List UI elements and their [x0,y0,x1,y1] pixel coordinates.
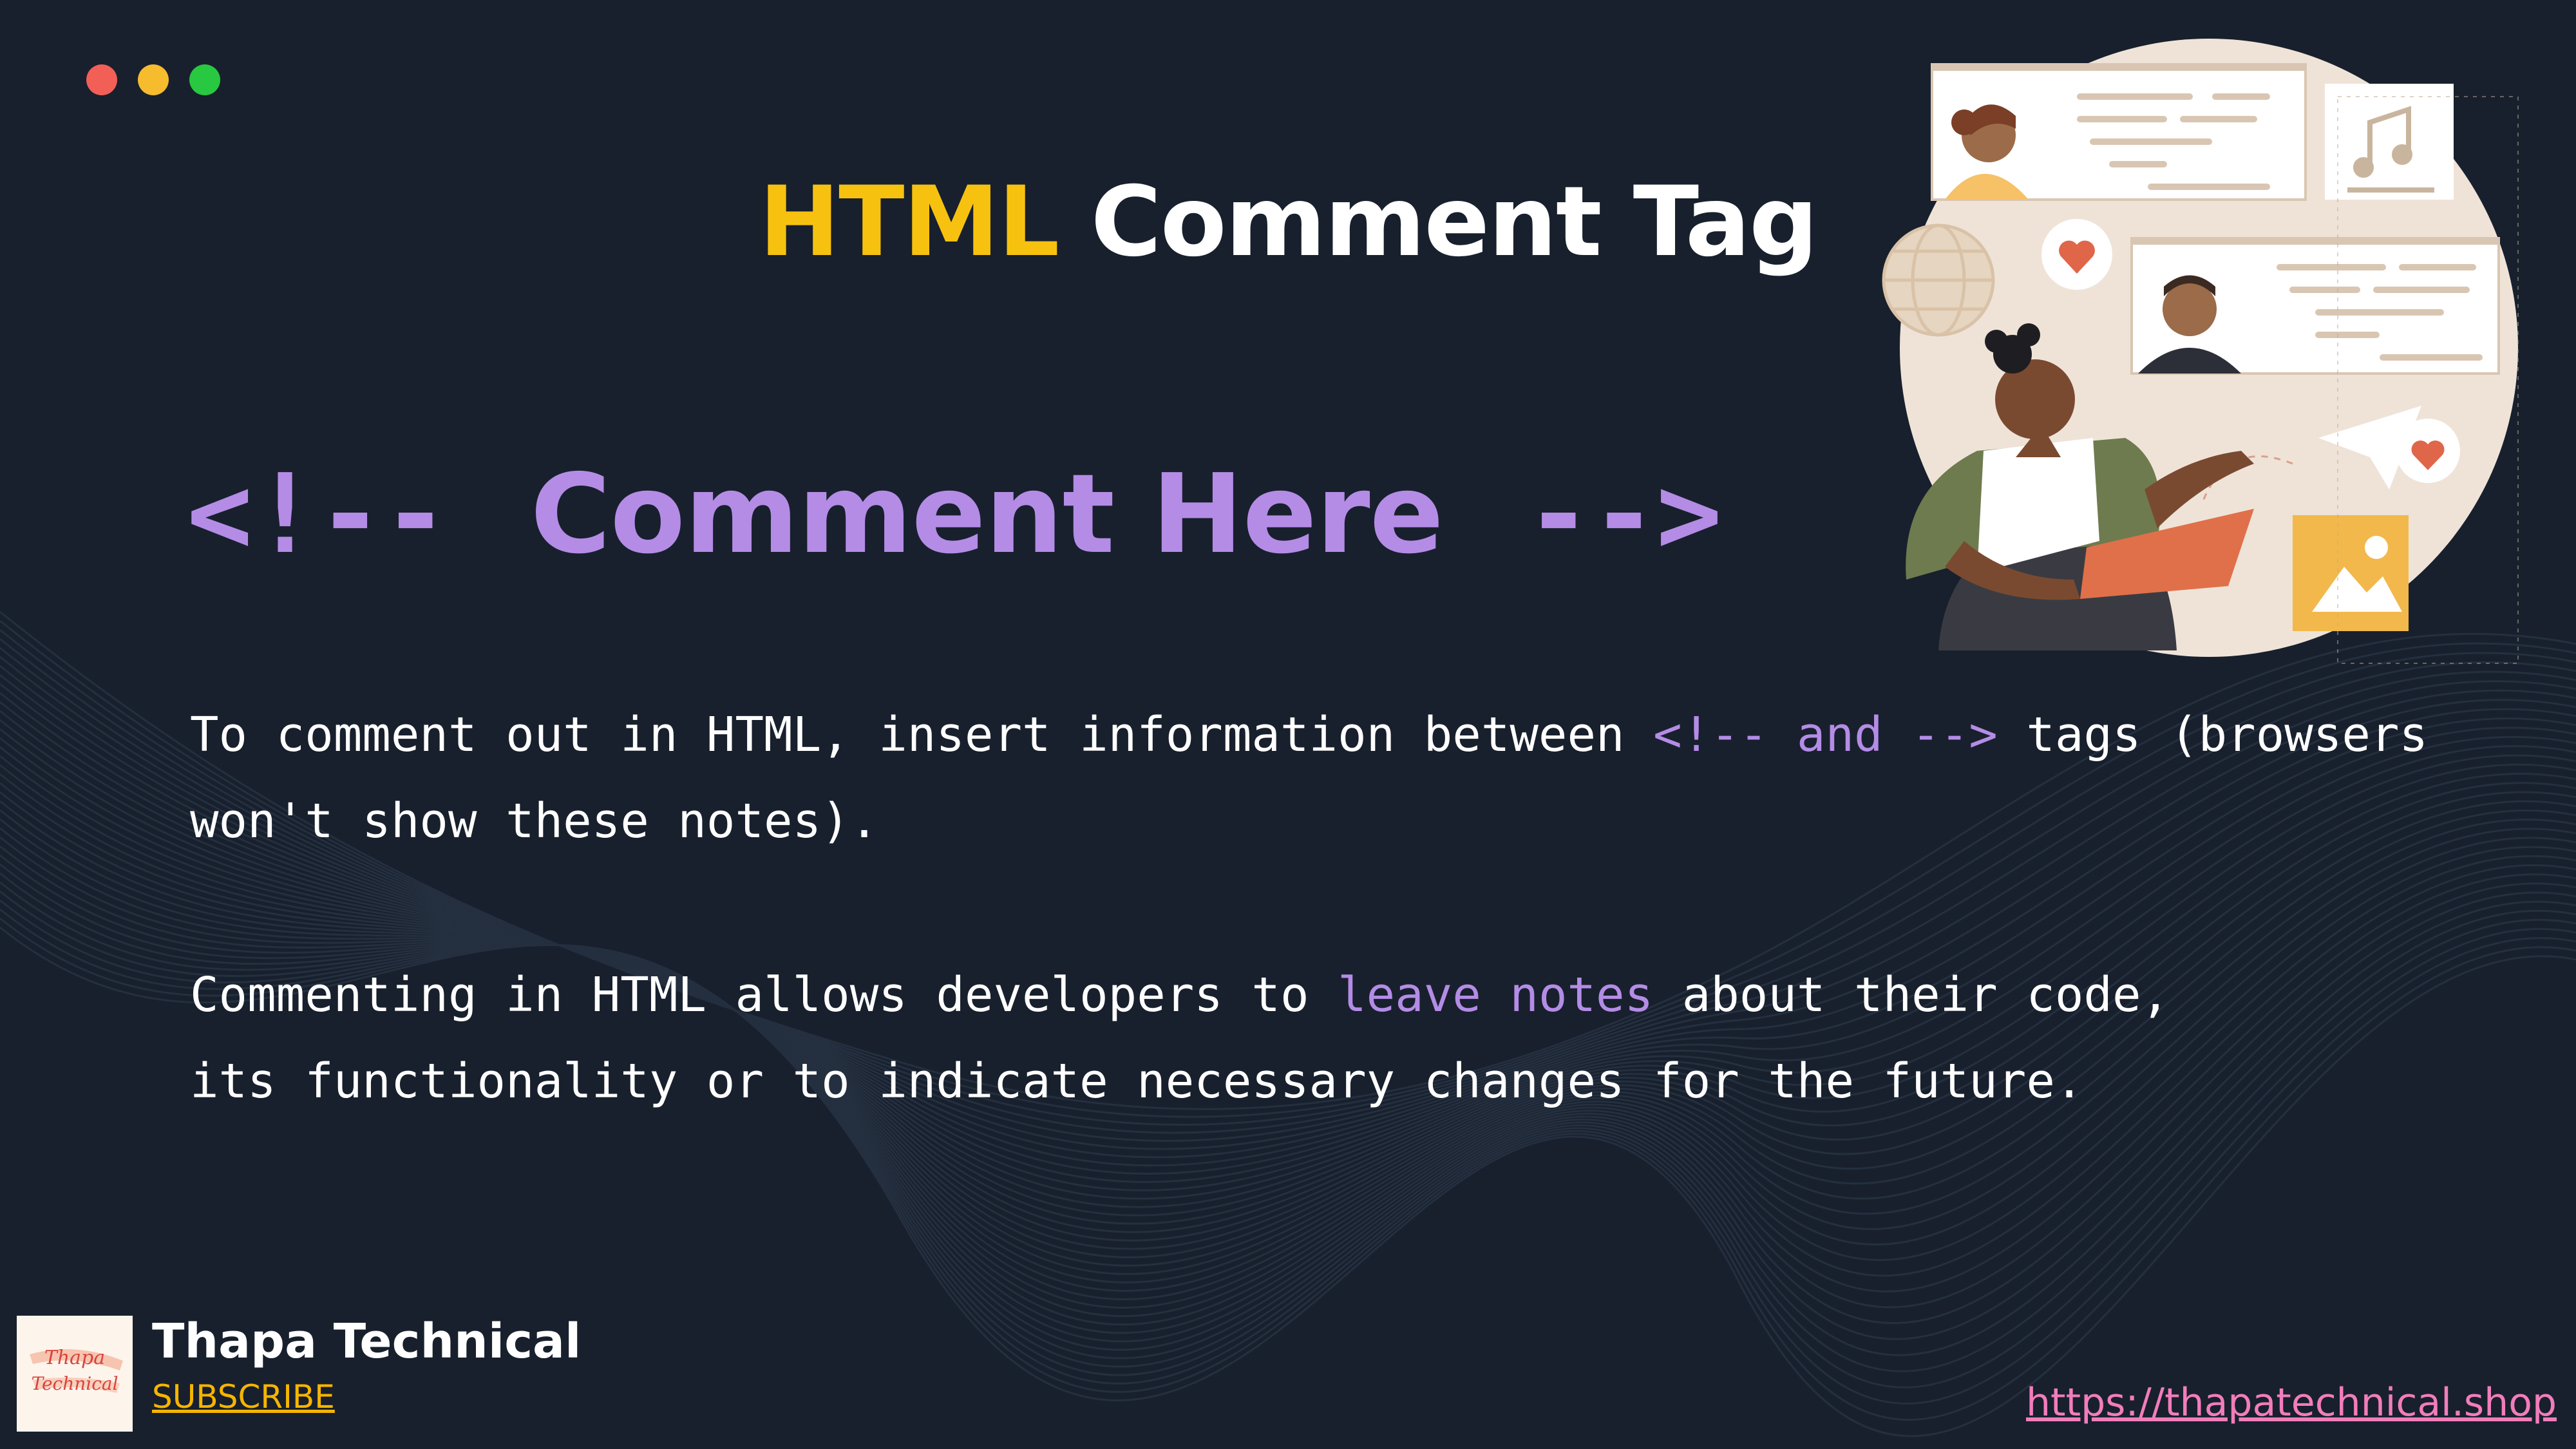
comment-open: <!-- [187,451,448,578]
comment-close: --> [1526,451,1722,578]
p1-text-a: To comment out in HTML, insert informati… [190,707,1654,762]
logo-text-1: Thapa [44,1347,105,1369]
window-controls [86,64,220,95]
p2-line2: its functionality or to indicate necessa… [190,1054,2084,1109]
paragraph-2: Commenting in HTML allows developers to … [190,952,2170,1124]
p2-highlight: leave notes [1338,967,1654,1023]
p1-highlight: <!-- and --> [1653,707,1998,762]
minimize-dot[interactable] [138,64,169,95]
globe-icon [1882,223,1995,337]
image-icon [2293,515,2409,631]
maximize-dot[interactable] [189,64,220,95]
heart-icon [2041,219,2112,290]
paragraph-1: To comment out in HTML, insert informati… [190,692,2428,864]
heart-icon [2396,419,2460,483]
title-html: HTML [759,166,1060,278]
comment-example: <!-- Comment Here --> [187,451,1722,578]
p1-line2: won't show these notes). [190,793,879,849]
website-link[interactable]: https://thapatechnical.shop [2026,1380,2557,1425]
p2-text-b: about their code, [1653,967,2170,1023]
comment-text: Comment Here [530,451,1444,578]
logo-art: Thapa Technical [17,1316,133,1432]
logo-text-2: Technical [31,1373,118,1394]
title-rest: Comment Tag [1090,166,1819,278]
subscribe-link[interactable]: SUBSCRIBE [152,1378,335,1416]
p1-text-b: tags (browsers [1997,707,2429,762]
illustration [1882,39,2519,664]
close-dot[interactable] [86,64,117,95]
brand-name: Thapa Technical [152,1314,582,1369]
p2-text-a: Commenting in HTML allows developers to [190,967,1338,1023]
channel-logo[interactable]: Thapa Technical [17,1316,133,1432]
music-card [2325,84,2454,200]
